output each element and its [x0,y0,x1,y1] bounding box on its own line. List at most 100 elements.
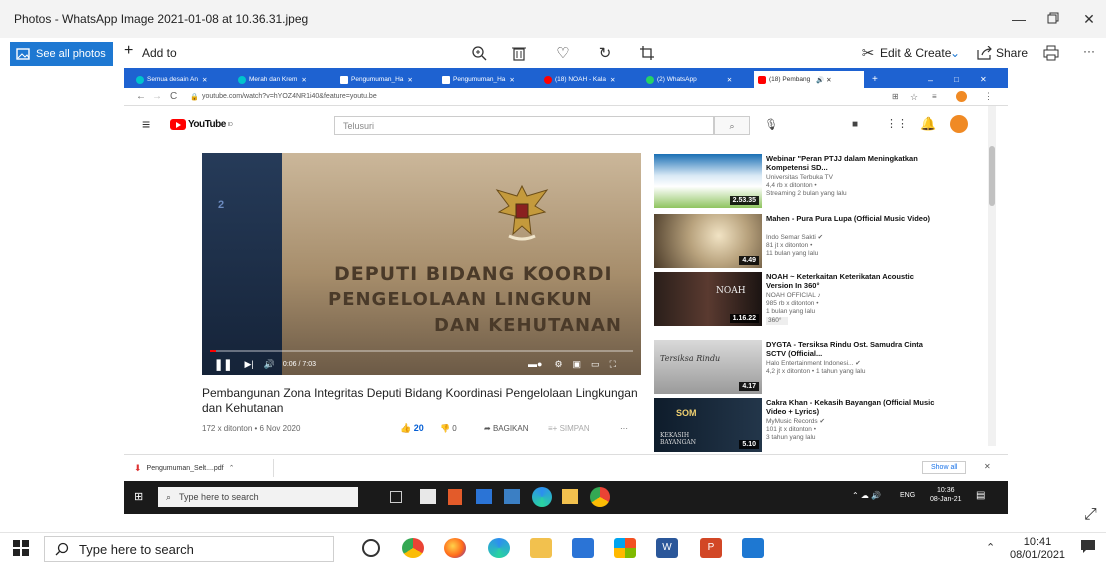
windows-start-icon[interactable] [12,539,30,557]
url-field[interactable]: youtube.com/watch?v=hYOZ4NR1i40&feature=… [202,93,377,100]
windows-start-icon[interactable]: ⊞ [134,490,143,503]
save-video-button[interactable]: ≡+ SIMPAN [548,424,590,433]
delete-icon[interactable] [508,43,530,63]
chevron-up-icon[interactable]: ⌃ [229,464,235,472]
reload-icon[interactable]: C [170,91,177,102]
maximize-browser-button[interactable]: □ [950,71,970,88]
next-video-icon[interactable]: ▶| [244,359,253,370]
account-avatar[interactable] [950,115,968,133]
inner-clock[interactable]: 10:36 08-Jan-21 [930,486,962,504]
browser-tab-active[interactable]: (18) Pembang 🔊 ✕ [754,71,864,88]
expand-icon[interactable]: ⤢ [1084,506,1097,524]
share-button[interactable]: Share [996,46,1028,60]
file-explorer-icon[interactable] [530,538,552,558]
new-tab-button[interactable]: + [868,71,884,88]
reading-list-icon[interactable]: ≡ [932,92,937,101]
browser-tab[interactable]: Pengumuman_Ha ✕ [438,71,538,88]
more-options-button[interactable]: ··· [1083,44,1095,58]
favorite-heart-icon[interactable]: ♡ [552,43,574,63]
maximize-button[interactable] [1038,6,1068,32]
recommended-video[interactable]: 4.49 Mahen - Pura Pura Lupa (Official Mu… [654,214,994,270]
inner-search-box[interactable]: ⌕ Type here to search [158,487,358,507]
minimize-button[interactable]: — [1004,6,1034,32]
back-icon[interactable]: ← [136,91,146,102]
edge-browser-icon[interactable] [532,487,552,507]
browser-menu-icon[interactable]: ⋮ [984,91,993,102]
chevron-up-icon[interactable]: ⌃ [986,541,995,554]
thumbs-down-icon: 👎 [440,423,450,433]
close-button[interactable]: ✕ [1074,6,1104,32]
chrome-icon[interactable] [402,538,424,558]
download-item[interactable]: ⬇ Pengumuman_Selt....pdf ⌃ [134,459,274,477]
close-browser-button[interactable]: ✕ [976,71,996,88]
microphone-icon[interactable]: 🎙 [764,118,778,131]
word-icon[interactable]: W [656,538,678,558]
edit-create-button[interactable]: Edit & Create [880,46,951,60]
office-icon[interactable] [614,538,636,558]
dislike-button[interactable]: 👎 0 [440,424,457,433]
pause-icon[interactable]: ❚❚ [214,358,232,371]
youtube-logo[interactable]: YouTube ID [170,119,233,130]
video-player[interactable]: 2 DEPUTI BIDANG KOORDI PENGELOLAAN LINGK… [202,153,641,375]
recommended-video[interactable]: SOM KEKASIH BAYANGAN 5.10 Cakra Khan - K… [654,398,994,454]
autoplay-toggle[interactable]: ▬● [528,359,542,369]
youtube-search-input[interactable]: Telusuri [334,116,714,135]
crop-icon[interactable] [636,43,658,63]
browser-tab[interactable]: (18) NOAH - Kala ✕ [540,71,640,88]
camera-icon[interactable] [504,489,520,504]
bookmark-star-icon[interactable]: ☆ [910,92,918,103]
system-tray-icons[interactable]: ⌃ ☁ 🔊 [852,491,881,500]
translate-icon[interactable]: ⊞ [892,92,899,101]
print-icon[interactable] [1040,43,1062,63]
clock[interactable]: 10:41 08/01/2021 [1010,536,1065,562]
browser-tab[interactable]: (2) WhatsApp ✕ [642,71,752,88]
powerpoint-icon[interactable]: P [700,538,722,558]
minimize-browser-button[interactable]: – [924,71,944,88]
chrome-icon[interactable] [590,487,610,507]
search-button[interactable]: ⌕ [714,116,750,135]
theater-mode-icon[interactable]: ▭ [591,359,600,370]
powerpoint-icon[interactable] [448,489,462,505]
browser-tab[interactable]: Pengumuman_Ha ✕ [336,71,436,88]
show-all-downloads-button[interactable]: Show all [922,461,967,474]
language-indicator[interactable]: ENG [900,492,915,499]
recommended-video[interactable]: Tersiksa Rindu 4.17 DYGTA - Tersiksa Rin… [654,340,994,396]
profile-avatar[interactable] [956,91,967,102]
app-icon[interactable] [476,489,492,504]
video-progress-bar[interactable] [210,350,633,352]
close-download-bar-icon[interactable]: ✕ [984,462,991,471]
forward-icon[interactable]: → [152,91,162,102]
recommended-video[interactable]: NOAH 1.16.22 NOAH ~ Keterkaitan Keterika… [654,272,994,328]
recommended-video[interactable]: 2.53.35 Webinar "Peran PTJJ dalam Mening… [654,154,994,210]
taskbar-search-box[interactable]: Type here to search [44,536,334,562]
store-icon[interactable] [420,489,436,504]
miniplayer-icon[interactable]: ▣ [573,359,582,370]
edge-icon[interactable] [488,538,510,558]
fullscreen-icon[interactable]: ⛶ [610,359,616,370]
browser-tab[interactable]: Merah dan Krem ✕ [234,71,334,88]
cortana-icon[interactable] [362,539,380,557]
task-view-icon[interactable] [390,491,402,503]
settings-gear-icon[interactable]: ⚙ [554,359,562,370]
apps-grid-icon[interactable]: ⋮⋮ [886,117,908,130]
photos-icon[interactable] [742,538,764,558]
firefox-icon[interactable] [444,538,466,558]
notifications-bell-icon[interactable]: 🔔 [920,116,936,132]
video-more-button[interactable]: ··· [620,424,628,433]
chevron-down-icon[interactable]: ⌄ [950,46,960,60]
file-explorer-icon[interactable] [562,489,578,504]
see-all-photos-button[interactable]: See all photos [10,42,113,66]
browser-tab[interactable]: Semua desain An ✕ [132,71,232,88]
create-video-icon[interactable]: ■ [852,119,858,130]
like-button[interactable]: 👍 20 [400,423,424,434]
rotate-icon[interactable]: ↻ [594,43,616,63]
share-video-button[interactable]: ➦ BAGIKAN [484,424,529,433]
store-icon[interactable] [572,538,594,558]
add-to-button[interactable]: Add to [142,46,177,60]
plaque-line-3: DAN KEHUTANAN [434,315,622,336]
action-center-icon[interactable] [1080,539,1096,555]
volume-icon[interactable]: 🔊 [264,359,275,370]
zoom-icon[interactable] [468,43,490,63]
notification-icon[interactable]: ▤ [976,490,985,501]
hamburger-menu-icon[interactable]: ≡ [142,116,150,132]
